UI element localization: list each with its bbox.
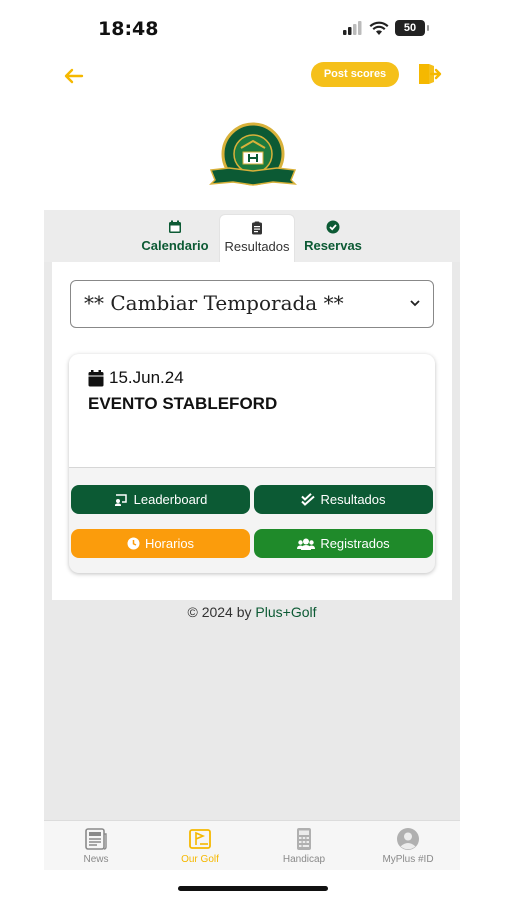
event-card-header: 15.Jun.24 EVENTO STABLEFORD xyxy=(69,354,435,468)
app-header: Post scores xyxy=(44,54,460,98)
logout-icon[interactable] xyxy=(416,61,442,87)
calculator-icon xyxy=(297,828,311,850)
club-logo xyxy=(209,122,297,186)
double-check-icon xyxy=(301,493,316,506)
home-indicator xyxy=(178,886,328,891)
tab-label: Reservas xyxy=(304,238,362,253)
season-select-value: ** Cambiar Temporada ** xyxy=(84,291,344,315)
status-bar: 18:48 50 xyxy=(0,0,507,54)
horarios-button[interactable]: Horarios xyxy=(71,529,250,558)
results-content: ** Cambiar Temporada ** 15.Jun.24 EVENTO… xyxy=(52,262,452,600)
event-title: EVENTO STABLEFORD xyxy=(88,394,278,413)
back-arrow-icon[interactable] xyxy=(60,62,88,90)
status-icons: 50 xyxy=(343,20,429,36)
users-icon xyxy=(297,538,316,550)
nav-handicap[interactable]: Handicap xyxy=(252,825,356,865)
nav-our-golf[interactable]: Our Golf xyxy=(148,825,252,865)
tab-label: Resultados xyxy=(224,239,290,254)
calendar-icon xyxy=(88,369,104,386)
main-page: Calendario Resultados Reservas ** Cambia… xyxy=(44,210,460,820)
tab-label: Calendario xyxy=(141,238,209,253)
clock-icon xyxy=(127,537,140,550)
post-scores-button[interactable]: Post scores xyxy=(311,62,399,87)
registrados-button[interactable]: Registrados xyxy=(254,529,433,558)
wifi-icon xyxy=(369,21,389,35)
event-date: 15.Jun.24 xyxy=(88,368,184,388)
bottom-nav: News Our Golf Handicap MyPlus #ID xyxy=(44,820,460,870)
check-circle-icon xyxy=(326,220,340,234)
tab-calendario[interactable]: Calendario xyxy=(140,214,210,262)
golf-course-icon xyxy=(189,829,211,849)
status-time: 18:48 xyxy=(98,18,159,40)
chevron-down-icon xyxy=(409,281,421,345)
battery-indicator: 50 xyxy=(395,20,429,36)
tab-bar: Calendario Resultados Reservas xyxy=(44,210,460,262)
cellular-signal-icon xyxy=(343,21,362,35)
tab-resultados[interactable]: Resultados xyxy=(219,214,295,262)
nav-news[interactable]: News xyxy=(44,825,148,865)
leaderboard-button[interactable]: Leaderboard xyxy=(71,485,250,514)
calendar-icon xyxy=(169,220,181,233)
footer-copyright: © 2024 by Plus+Golf xyxy=(187,604,317,620)
footer-brand-link[interactable]: Plus+Golf xyxy=(255,604,316,620)
leaderboard-icon xyxy=(114,494,127,506)
resultados-button[interactable]: Resultados xyxy=(254,485,433,514)
event-card: 15.Jun.24 EVENTO STABLEFORD Leaderboard … xyxy=(69,354,435,573)
newspaper-icon xyxy=(85,828,107,850)
tab-reservas[interactable]: Reservas xyxy=(301,214,365,262)
event-date-text: 15.Jun.24 xyxy=(109,368,184,387)
user-avatar-icon xyxy=(397,828,419,850)
clipboard-icon xyxy=(252,221,262,235)
nav-myplus-id[interactable]: MyPlus #ID xyxy=(356,825,460,865)
season-select[interactable]: ** Cambiar Temporada ** xyxy=(70,280,434,328)
